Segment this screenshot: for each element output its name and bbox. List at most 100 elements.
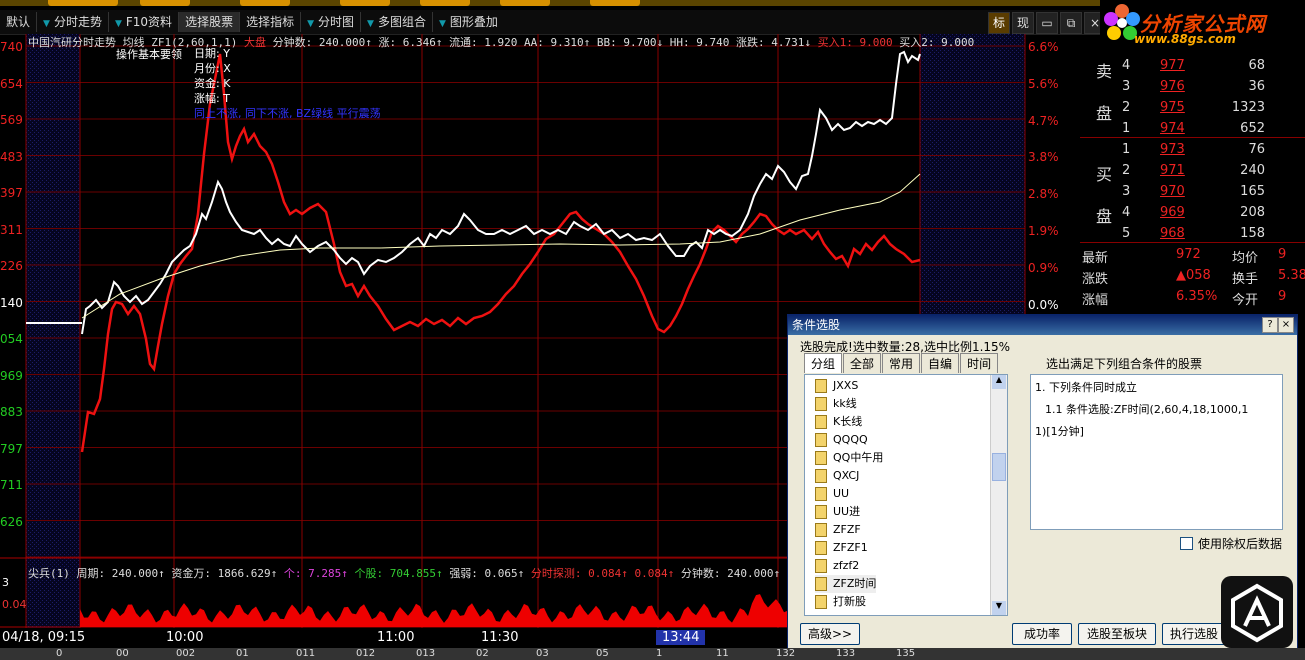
bottom-bar-label[interactable]: 011 <box>296 648 315 660</box>
price-tick-label: 569 <box>0 113 23 127</box>
toolbar-f10[interactable]: F10资料 <box>109 12 180 32</box>
scroll-down-icon[interactable]: ▼ <box>992 601 1006 615</box>
toolbar-default[interactable]: 默认 <box>0 12 38 32</box>
percent-tick-label: 0.0% <box>1028 297 1059 312</box>
sell-order-row[interactable]: 3 976 36 <box>1080 77 1305 98</box>
buy-order-row[interactable]: 1 973 76 <box>1080 140 1305 161</box>
tree-item[interactable]: kk线 <box>815 395 857 413</box>
order-cell: 4 <box>1122 58 1131 73</box>
advanced-button[interactable]: 高级>> <box>800 623 860 645</box>
tance-value: 分时探测: 0.084↑ <box>530 567 628 580</box>
toolbar-right: 标 现 ▭ ⧉ × <box>988 12 1106 34</box>
order-cell: 5 <box>1122 226 1131 241</box>
order-cell: 974 <box>1160 121 1185 136</box>
tree-item[interactable]: 打新股 <box>815 593 866 611</box>
quote-cell: 涨跌 <box>1082 272 1109 287</box>
buy-order-row[interactable]: 2 971 240 <box>1080 161 1305 182</box>
tree-item[interactable]: ZFZF <box>815 521 861 539</box>
ex-rights-checkbox[interactable] <box>1180 537 1193 550</box>
sell-order-row[interactable]: 2 975 1323 <box>1080 98 1305 119</box>
buy-order-row[interactable]: 5 968 158 <box>1080 224 1305 245</box>
top-menu-button[interactable] <box>140 0 190 6</box>
tab-group[interactable]: 分组 <box>804 353 843 373</box>
top-menu-button[interactable] <box>500 0 550 6</box>
bottom-bar-label[interactable]: 0 <box>56 648 62 660</box>
scroll-thumb[interactable] <box>992 453 1006 481</box>
bottom-bar-label[interactable]: 002 <box>176 648 195 660</box>
watermark-logo-icon <box>1231 583 1283 643</box>
tab-time[interactable]: 时间 <box>960 353 999 373</box>
sell-order-row[interactable]: 1 974 652 <box>1080 119 1305 140</box>
bottom-bar-label[interactable]: 01 <box>236 648 249 660</box>
tree-item[interactable]: UU <box>815 485 849 503</box>
bottom-bar-label[interactable]: 1 <box>656 648 662 660</box>
zhangdie-value: 涨跌: 4.731↓ <box>736 36 811 49</box>
quote-cell: 9 <box>1278 247 1287 262</box>
help-icon[interactable]: ? <box>1262 317 1278 333</box>
order-cell: 2 <box>1122 163 1131 178</box>
restore-icon[interactable]: ⧉ <box>1060 12 1082 34</box>
bottom-bar-label[interactable]: 03 <box>536 648 549 660</box>
close-icon[interactable]: × <box>1278 317 1294 333</box>
toolbar-select-stock[interactable]: 选择股票 <box>179 12 241 32</box>
tree-item[interactable]: QXCJ <box>815 467 859 485</box>
hh-value: HH: 9.740 <box>669 36 730 49</box>
tree-item[interactable]: QQQQ <box>815 431 868 449</box>
tree-item-label: UU进 <box>833 505 861 518</box>
now-button[interactable]: 现 <box>1012 12 1034 34</box>
mark-button[interactable]: 标 <box>988 12 1010 34</box>
chart-title: 中国汽研分时走势 <box>28 36 116 49</box>
tab-custom[interactable]: 自编 <box>921 353 960 373</box>
ops-lines: 日期: Y 月份: X 资金: K 涨幅: T 同上不涨, 同下不涨, BZ绿线… <box>194 46 381 121</box>
success-rate-button[interactable]: 成功率 <box>1012 623 1072 645</box>
top-menu-button[interactable] <box>240 0 290 6</box>
buy-order-row[interactable]: 3 970 165 <box>1080 182 1305 203</box>
toolbar-select-indicator[interactable]: 选择指标 <box>240 12 302 32</box>
tree-item[interactable]: JXXS <box>815 377 858 395</box>
bottom-bar-label[interactable]: 012 <box>356 648 375 660</box>
top-menu-button[interactable] <box>48 0 118 6</box>
execute-select-button[interactable]: 执行选股 <box>1162 623 1226 645</box>
price-tick-label: 311 <box>0 222 23 237</box>
bottom-bar-label[interactable]: 00 <box>116 648 129 660</box>
bottom-bar-label[interactable]: 11 <box>716 648 729 660</box>
tab-common[interactable]: 常用 <box>882 353 921 373</box>
order-cell: 975 <box>1160 100 1185 115</box>
window-icon[interactable]: ▭ <box>1036 12 1058 34</box>
bottom-bar-label[interactable]: 133 <box>836 648 855 660</box>
toolbar-multi-chart[interactable]: 多图组合 <box>361 12 433 32</box>
tree-item[interactable]: K长线 <box>815 413 862 431</box>
top-menu-button[interactable] <box>590 0 640 6</box>
top-menu-button[interactable] <box>340 0 390 6</box>
price-tick-label: 054 <box>0 332 23 346</box>
tree-item[interactable]: ZFZF1 <box>815 539 868 557</box>
ops-line: 资金: K <box>194 77 231 90</box>
bottom-bar-label[interactable]: 135 <box>896 648 915 660</box>
tree-item[interactable]: UU进 <box>815 503 860 521</box>
buy-order-row[interactable]: 4 969 208 <box>1080 203 1305 224</box>
bottom-bar-label[interactable]: 132 <box>776 648 795 660</box>
order-cell: 977 <box>1160 58 1185 73</box>
price-tick-label: 140 <box>0 295 23 310</box>
toolbar-intraday-chart[interactable]: 分时图 <box>301 12 362 32</box>
tree-item[interactable]: QQ中午用 <box>815 449 883 467</box>
order-cell: 971 <box>1160 163 1185 178</box>
sell-order-row[interactable]: 4 977 68 <box>1080 56 1305 77</box>
top-menu-button[interactable] <box>420 0 470 6</box>
tree-scrollbar[interactable]: ▲ ▼ <box>990 375 1007 615</box>
tab-all[interactable]: 全部 <box>843 353 882 373</box>
bottom-bar-label[interactable]: 05 <box>596 648 609 660</box>
scroll-up-icon[interactable]: ▲ <box>992 375 1006 389</box>
order-cell: 973 <box>1160 142 1185 157</box>
tree-item[interactable]: ZFZ时间 <box>815 575 877 593</box>
aa-value: AA: 9.310↑ <box>524 36 591 49</box>
price-tick-label: 797 <box>0 441 23 456</box>
price-tick-label: 711 <box>0 478 23 492</box>
bottom-bar-label[interactable]: 013 <box>416 648 435 660</box>
to-sector-button[interactable]: 选股至板块 <box>1078 623 1156 645</box>
bottom-bar-label[interactable]: 02 <box>476 648 489 660</box>
lower-left-1: 3 <box>2 576 9 589</box>
toolbar-overlay[interactable]: 图形叠加 <box>433 12 504 32</box>
tree-item[interactable]: zfzf2 <box>815 557 859 575</box>
toolbar-intraday[interactable]: 分时走势 <box>37 12 109 32</box>
